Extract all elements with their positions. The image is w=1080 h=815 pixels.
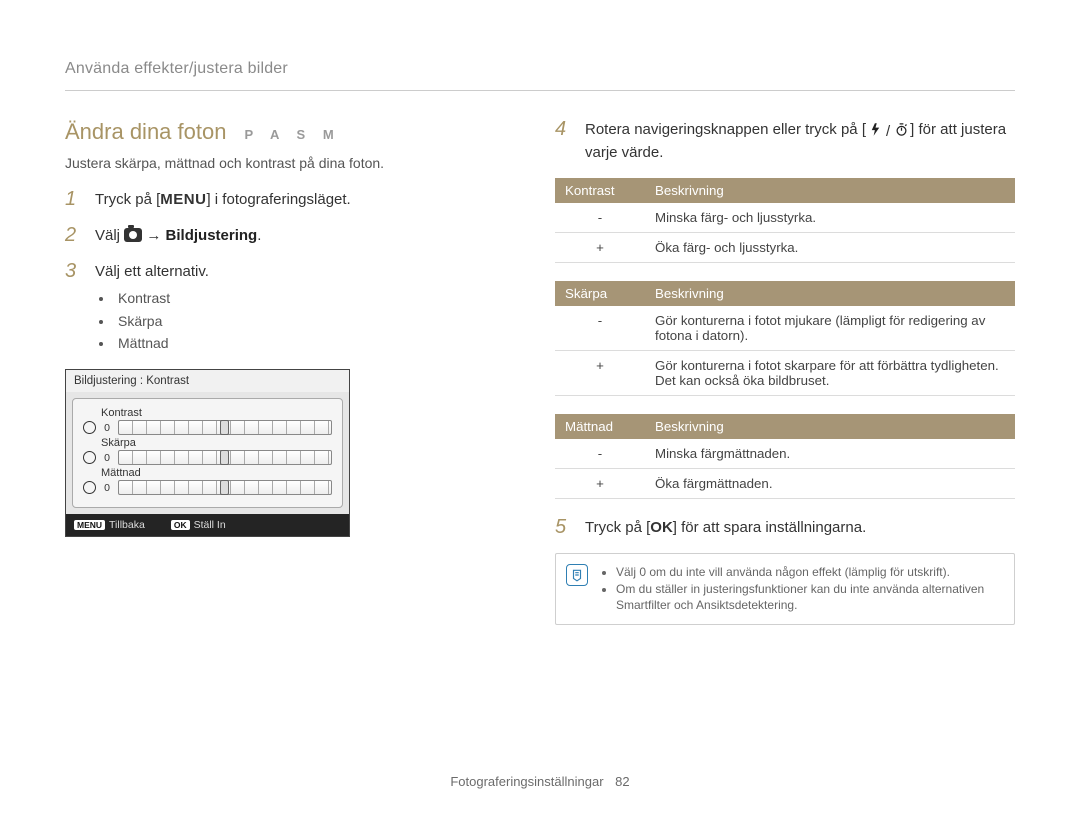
page-title: Ändra dina foton (65, 119, 226, 145)
ok-key-label: OK (650, 519, 673, 536)
page-number: 82 (615, 774, 629, 789)
th-symbol: Skärpa (555, 281, 645, 306)
cell-symbol: - (555, 203, 645, 233)
th-symbol: Kontrast (555, 178, 645, 203)
step-text: Tryck på [ (95, 191, 160, 208)
sharpness-icon (83, 451, 96, 464)
step-number: 4 (555, 119, 571, 164)
cell-desc: Gör konturerna i fotot skarpare för att … (645, 351, 1015, 396)
step-3: 3 Välj ett alternativ. Kontrast Skärpa M… (65, 261, 495, 356)
slider-track (118, 420, 332, 435)
cell-symbol: - (555, 439, 645, 469)
cell-desc: Minska färg- och ljusstyrka. (645, 203, 1015, 233)
step-text: Välj (95, 227, 124, 244)
step-number: 1 (65, 189, 81, 211)
slider-thumb (220, 420, 229, 435)
step-text: Rotera navigeringsknappen eller tryck på… (585, 121, 866, 138)
device-header: Bildjustering : Kontrast (66, 370, 349, 392)
saturation-icon (83, 481, 96, 494)
step-number: 3 (65, 261, 81, 356)
slider-label: Mättnad (101, 467, 332, 479)
cell-desc: Minska färgmättnaden. (645, 439, 1015, 469)
contrast-icon (83, 421, 96, 434)
cell-desc: Öka färg- och ljusstyrka. (645, 233, 1015, 263)
cell-symbol: + (555, 351, 645, 396)
sub-bullets: Kontrast Skärpa Mättnad (99, 288, 495, 353)
th-desc: Beskrivning (645, 414, 1015, 439)
step-text: Välj ett alternativ. (95, 263, 209, 280)
th-desc: Beskrivning (645, 178, 1015, 203)
slider-value: 0 (102, 452, 112, 464)
note-item: Om du ställer in justeringsfunktioner ka… (616, 581, 1000, 615)
th-symbol: Mättnad (555, 414, 645, 439)
slider-value: 0 (102, 422, 112, 434)
step-text: → (146, 227, 165, 244)
separator: / (886, 121, 890, 143)
timer-icon (892, 121, 910, 139)
table-contrast: KontrastBeskrivning -Minska färg- och lj… (555, 178, 1015, 263)
table-saturation: MättnadBeskrivning -Minska färgmättnaden… (555, 414, 1015, 499)
slider-track (118, 480, 332, 495)
table-sharpness: SkärpaBeskrivning -Gör konturerna i foto… (555, 281, 1015, 396)
subtitle: Justera skärpa, mättnad och kontrast på … (65, 155, 495, 171)
flash-icon (866, 121, 884, 139)
device-screenshot: Bildjustering : Kontrast Kontrast 0 Skär… (65, 369, 350, 537)
th-desc: Beskrivning (645, 281, 1015, 306)
step-text: . (257, 227, 261, 244)
cell-desc: Gör konturerna i fotot mjukare (lämpligt… (645, 306, 1015, 351)
step-text: ] för att spara inställningarna. (673, 519, 866, 536)
step-5: 5 Tryck på [OK] för att spara inställnin… (555, 517, 1015, 539)
menu-key-label: MENU (160, 191, 206, 208)
bullet-item: Kontrast (99, 288, 495, 308)
slider-thumb (220, 480, 229, 495)
breadcrumb: Använda effekter/justera bilder (65, 60, 1015, 78)
cell-symbol: + (555, 469, 645, 499)
step-4: 4 Rotera navigeringsknappen eller tryck … (555, 119, 1015, 164)
page-footer: Fotograferingsinställningar 82 (0, 774, 1080, 789)
bullet-item: Mättnad (99, 333, 495, 353)
step-2: 2 Välj → Bildjustering. (65, 225, 495, 247)
cell-symbol: - (555, 306, 645, 351)
slider-track (118, 450, 332, 465)
step-text: ] i fotograferingsläget. (206, 191, 350, 208)
back-label: Tillbaka (109, 519, 145, 531)
cell-symbol: + (555, 233, 645, 263)
slider-thumb (220, 450, 229, 465)
divider (65, 90, 1015, 91)
step-bold: Bildjustering (166, 227, 258, 244)
set-key: OK (171, 520, 190, 530)
set-label: Ställ In (194, 519, 226, 531)
step-number: 5 (555, 517, 571, 539)
slider-label: Skärpa (101, 437, 332, 449)
mode-badges: P A S M (244, 127, 340, 142)
device-footer: MENU Tillbaka OK Ställ In (66, 514, 349, 536)
bullet-item: Skärpa (99, 311, 495, 331)
cell-desc: Öka färgmättnaden. (645, 469, 1015, 499)
step-text: Tryck på [ (585, 519, 650, 536)
note-box: Välj 0 om du inte vill använda någon eff… (555, 553, 1015, 625)
back-key: MENU (74, 520, 105, 530)
camera-icon (124, 228, 142, 242)
step-number: 2 (65, 225, 81, 247)
step-1: 1 Tryck på [MENU] i fotograferingsläget. (65, 189, 495, 211)
slider-label: Kontrast (101, 407, 332, 419)
note-item: Välj 0 om du inte vill använda någon eff… (616, 564, 1000, 581)
info-icon (566, 564, 588, 586)
footer-section: Fotograferingsinställningar (450, 774, 603, 789)
slider-value: 0 (102, 482, 112, 494)
